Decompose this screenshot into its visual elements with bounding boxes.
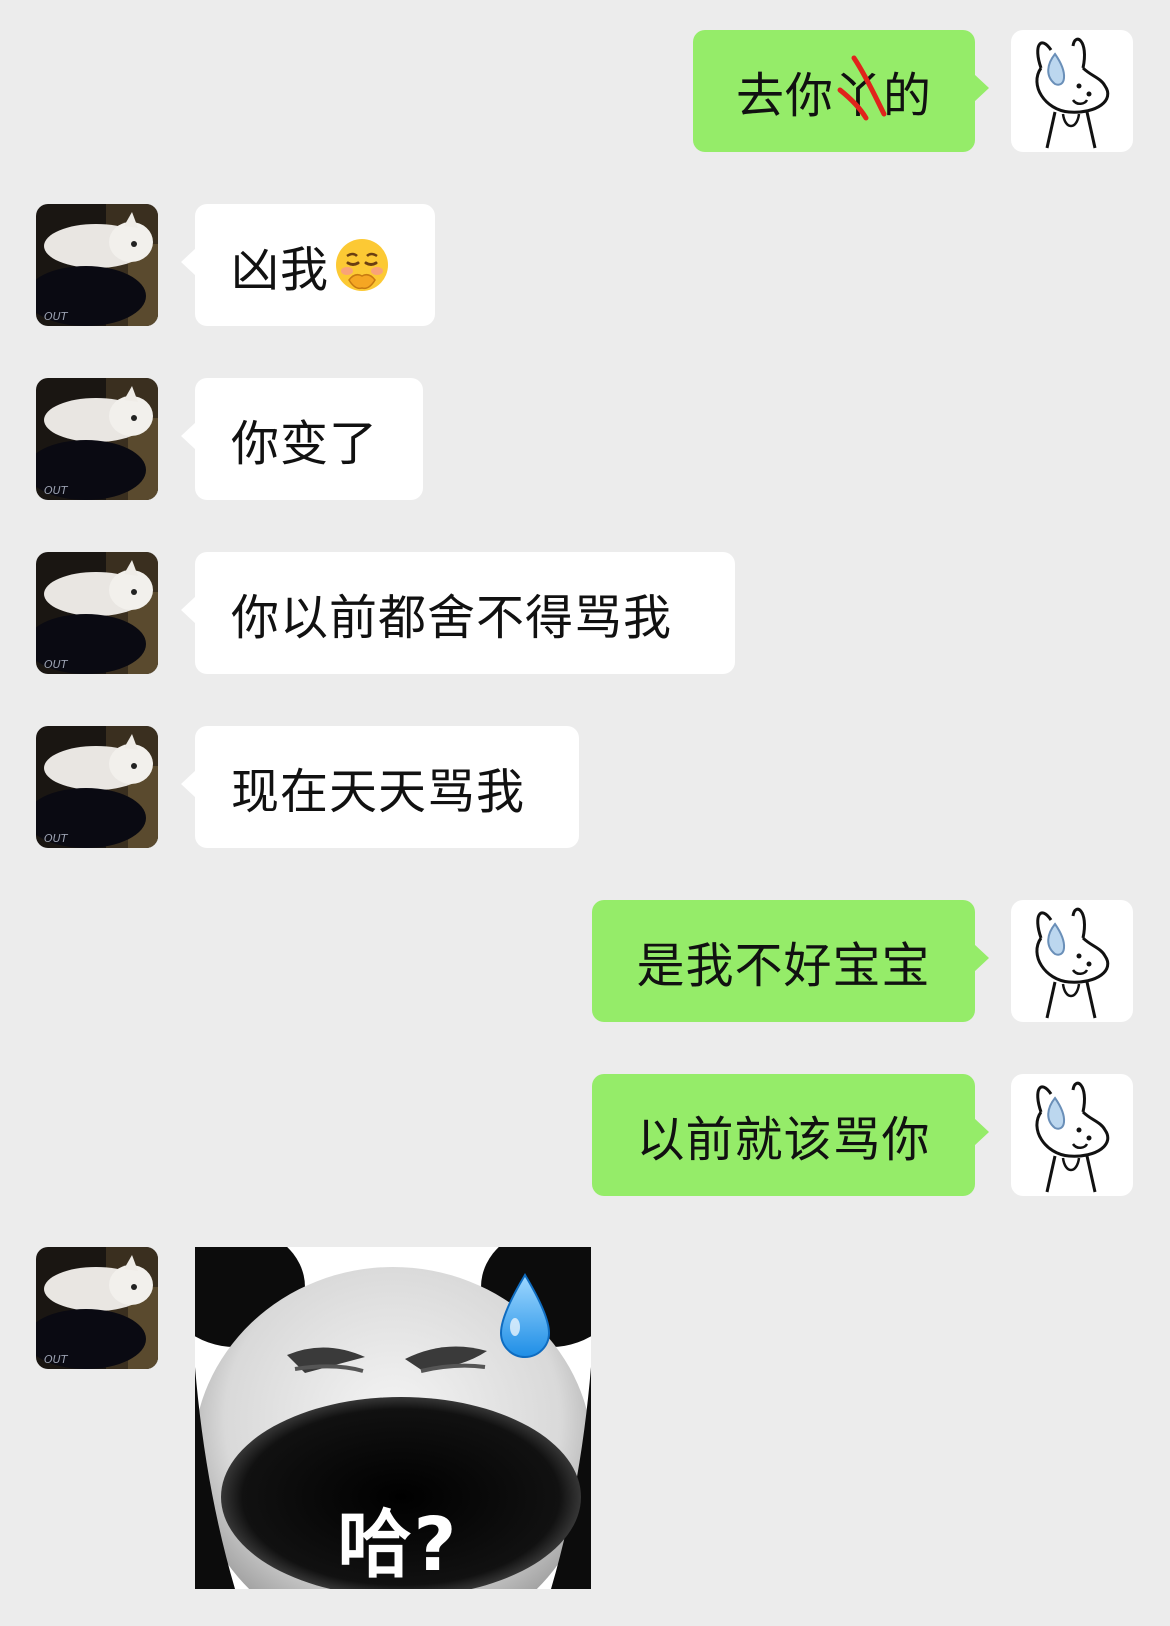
message-text: 去你 <box>735 68 834 124</box>
contact-avatar[interactable] <box>36 726 158 848</box>
message-bubble-incoming[interactable]: 你变了 <box>181 378 423 500</box>
message-bubble-outgoing[interactable]: 去你丫的 <box>693 30 989 152</box>
bunny-avatar-icon <box>1011 30 1133 152</box>
sticker-caption: 哈? <box>337 1502 459 1588</box>
message-text-tail: 的 <box>883 68 933 124</box>
message-bubble-incoming[interactable]: 你以前都舍不得骂我 <box>181 552 735 674</box>
message-text: 凶我 <box>231 242 330 298</box>
cat-avatar-icon <box>36 726 158 848</box>
contact-avatar[interactable] <box>36 1247 158 1369</box>
message-bubble-outgoing[interactable]: 是我不好宝宝 <box>592 900 989 1022</box>
message-text: 你变了 <box>231 416 379 472</box>
panda-sticker[interactable]: 哈? <box>195 1247 591 1589</box>
chat-area: 去你丫的 凶我 你变了 你以前都舍不得骂我 现在天天骂我 是我不好宝宝 以前就该… <box>0 0 1170 1626</box>
bunny-avatar-icon <box>1011 900 1133 1022</box>
bunny-avatar-icon <box>1011 1074 1133 1196</box>
message-text: 现在天天骂我 <box>231 764 526 820</box>
contact-avatar[interactable] <box>36 552 158 674</box>
self-avatar[interactable] <box>1011 900 1133 1022</box>
cat-avatar-icon <box>36 204 158 326</box>
message-text: 你以前都舍不得骂我 <box>231 590 673 646</box>
message-bubble-outgoing[interactable]: 以前就该骂你 <box>592 1074 989 1196</box>
message-text: 是我不好宝宝 <box>636 938 931 994</box>
cat-avatar-icon <box>36 378 158 500</box>
contact-avatar[interactable] <box>36 204 158 326</box>
pouting-hand-over-mouth-emoji-icon <box>336 239 389 291</box>
contact-avatar[interactable] <box>36 378 158 500</box>
self-avatar[interactable] <box>1011 1074 1133 1196</box>
message-text: 以前就该骂你 <box>636 1112 931 1168</box>
message-bubble-incoming[interactable]: 凶我 <box>181 204 435 326</box>
cat-avatar-icon <box>36 1247 158 1369</box>
struck-char-text: 丫 <box>833 68 883 124</box>
self-avatar[interactable] <box>1011 30 1133 152</box>
message-bubble-incoming[interactable]: 现在天天骂我 <box>181 726 579 848</box>
struck-char: 丫 <box>833 55 887 126</box>
cat-avatar-icon <box>36 552 158 674</box>
